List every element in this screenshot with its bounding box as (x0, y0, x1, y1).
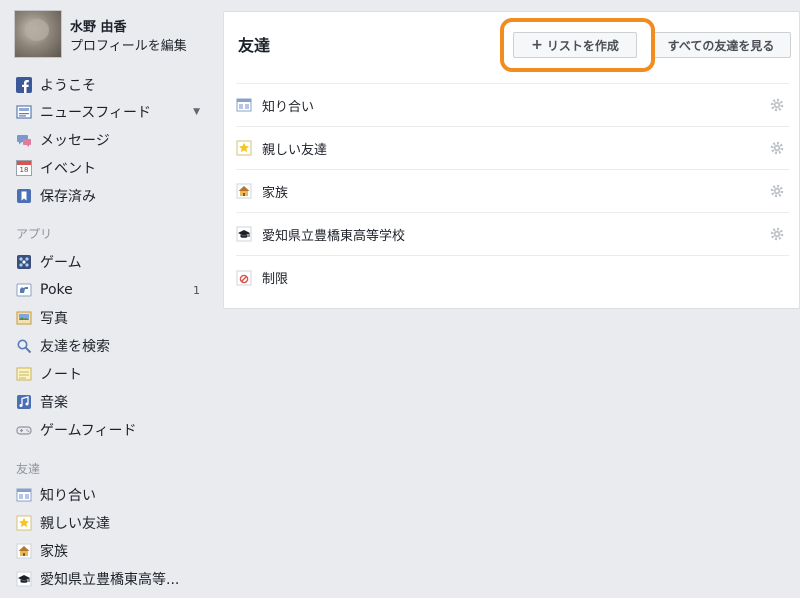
graduation-cap-icon (236, 226, 252, 242)
sidebar-item-label: 友達を検索 (40, 339, 110, 355)
list-item-label[interactable]: 親しい友達 (262, 139, 327, 158)
list-item[interactable]: 家族 (236, 170, 789, 213)
sidebar-item-label: ゲーム (40, 255, 82, 271)
list-item-label[interactable]: 知り合い (262, 96, 314, 115)
poke-icon (16, 282, 32, 298)
sidebar-item-label: ゲームフィード (40, 423, 137, 439)
gamepad-icon (16, 422, 32, 438)
sidebar-item-notes[interactable]: ノート (16, 363, 206, 385)
facebook-icon (16, 77, 32, 93)
sidebar-item-saved[interactable]: 保存済み (16, 185, 206, 207)
sidebar-item-newsfeed[interactable]: ニュースフィード ▼ (16, 101, 206, 123)
sidebar-item-label: 音楽 (40, 395, 68, 411)
list-item-label[interactable]: 家族 (262, 182, 288, 201)
family-house-icon (16, 543, 32, 559)
family-house-icon (236, 183, 252, 199)
sidebar-item-label: メッセージ (40, 133, 110, 149)
edit-profile-link[interactable]: プロフィールを編集 (70, 35, 187, 54)
gear-icon[interactable] (769, 97, 785, 113)
avatar[interactable] (14, 10, 62, 58)
chevron-down-icon[interactable]: ▼ (193, 107, 200, 117)
sidebar-item-label: イベント (40, 161, 96, 177)
sidebar-item-music[interactable]: 音楽 (16, 391, 206, 413)
sidebar-item-game-feed[interactable]: ゲームフィード (16, 419, 206, 441)
messages-icon (16, 132, 32, 148)
list-item[interactable]: 制限 (236, 256, 789, 299)
search-icon (16, 338, 32, 354)
left-sidebar: 水野 由香 プロフィールを編集 ようこそ ニュースフィード ▼ メッセージ 18… (0, 0, 215, 598)
newsfeed-icon (16, 104, 32, 120)
photos-icon (16, 310, 32, 326)
apps-section-header[interactable]: アプリ (16, 225, 52, 242)
sidebar-item-messages[interactable]: メッセージ (16, 129, 206, 151)
list-item[interactable]: 知り合い (236, 84, 789, 127)
sidebar-item-label: 写真 (40, 311, 68, 327)
sidebar-item-acquaintances[interactable]: 知り合い (16, 484, 206, 506)
acquaintances-icon (16, 487, 32, 503)
gear-icon[interactable] (769, 183, 785, 199)
page-title: 友達 (238, 36, 271, 55)
list-item[interactable]: 愛知県立豊橋東高等学校 (236, 213, 789, 256)
sidebar-item-label: ようこそ (40, 78, 96, 94)
sidebar-item-label: ノート (40, 367, 82, 383)
see-all-friends-button[interactable]: すべての友達を見る (651, 32, 791, 58)
poke-count-badge: 1 (193, 283, 200, 297)
friend-lists: 知り合い 親しい友達 家族 愛知県立豊橋東高等学校 制限 (236, 83, 789, 299)
create-list-label: リストを作成 (546, 38, 619, 53)
sidebar-item-label: ニュースフィード (40, 105, 152, 121)
notes-icon (16, 366, 32, 382)
profile-name[interactable]: 水野 由香 (70, 16, 127, 35)
gear-icon[interactable] (769, 226, 785, 242)
restricted-icon (236, 270, 252, 286)
graduation-cap-icon (16, 571, 32, 587)
sidebar-item-label: 家族 (40, 544, 68, 560)
list-item[interactable]: 親しい友達 (236, 127, 789, 170)
sidebar-item-close-friends[interactable]: 親しい友達 (16, 512, 206, 534)
sidebar-item-find-friends[interactable]: 友達を検索 (16, 335, 206, 357)
sidebar-item-family[interactable]: 家族 (16, 540, 206, 562)
sidebar-item-welcome[interactable]: ようこそ (16, 74, 206, 96)
calendar-day: 18 (19, 165, 29, 174)
sidebar-item-poke[interactable]: Poke 1 (16, 279, 206, 301)
list-item-label[interactable]: 制限 (262, 268, 288, 287)
music-icon (16, 394, 32, 410)
create-list-button[interactable]: + リストを作成 (513, 32, 637, 58)
star-icon (16, 515, 32, 531)
acquaintances-icon (236, 97, 252, 113)
sidebar-item-label: Poke (40, 282, 73, 298)
friends-section-header[interactable]: 友達 (16, 460, 40, 477)
sidebar-item-events[interactable]: 18 イベント (16, 157, 206, 179)
list-item-label[interactable]: 愛知県立豊橋東高等学校 (262, 225, 405, 244)
sidebar-item-photos[interactable]: 写真 (16, 307, 206, 329)
sidebar-item-label: 知り合い (40, 488, 96, 504)
plus-icon: + (531, 37, 543, 53)
star-icon (236, 140, 252, 156)
games-icon (16, 254, 32, 270)
sidebar-item-label: 愛知県立豊橋東高等... (40, 572, 180, 588)
gear-icon[interactable] (769, 140, 785, 156)
calendar-icon: 18 (16, 160, 32, 176)
friends-lists-panel: 友達 + リストを作成 すべての友達を見る 知り合い 親しい友達 家族 愛知県立… (223, 11, 800, 309)
sidebar-item-games[interactable]: ゲーム (16, 251, 206, 273)
sidebar-item-label: 保存済み (40, 189, 96, 205)
sidebar-item-school[interactable]: 愛知県立豊橋東高等... (16, 568, 206, 590)
profile-block[interactable]: 水野 由香 プロフィールを編集 (14, 10, 214, 58)
bookmark-icon (16, 188, 32, 204)
sidebar-item-label: 親しい友達 (40, 516, 110, 532)
